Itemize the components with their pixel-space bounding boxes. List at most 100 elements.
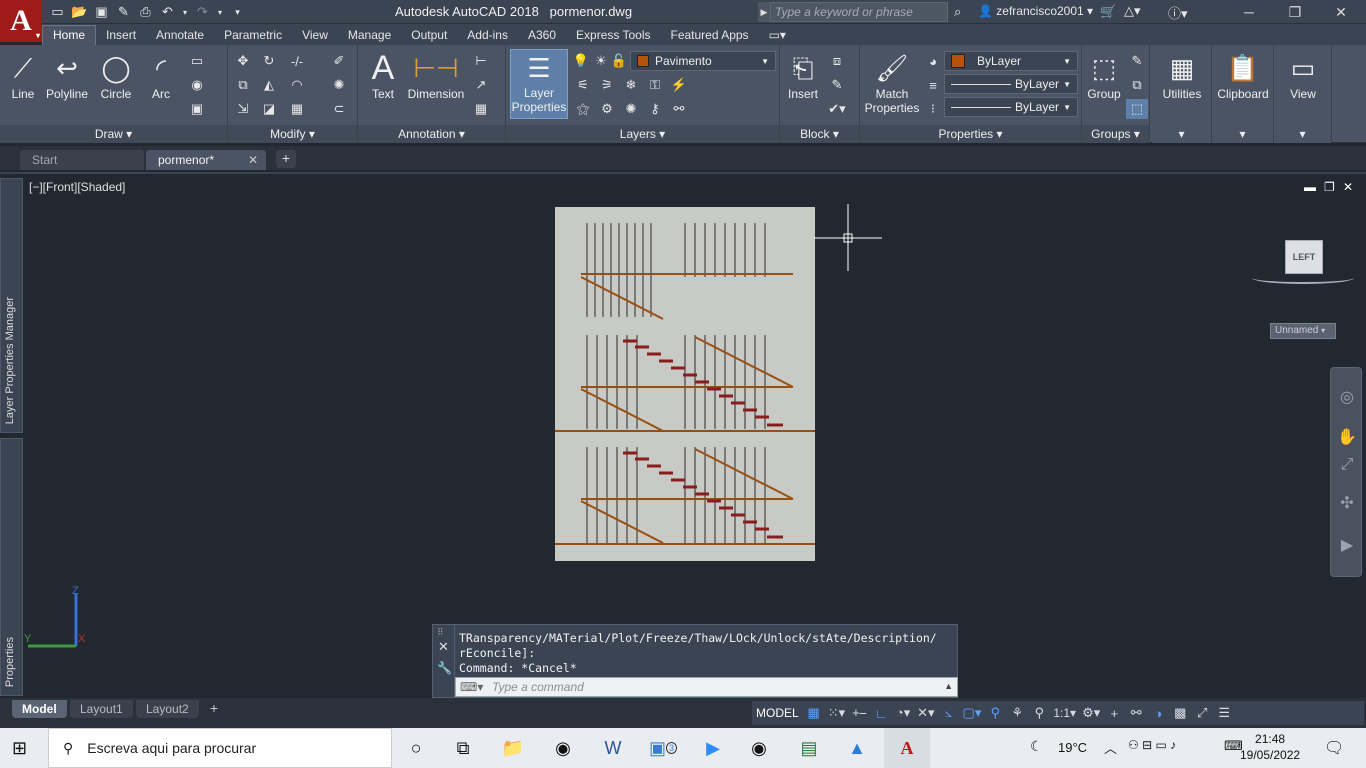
binoculars-icon[interactable]: ⌕ (954, 4, 961, 20)
linetype-icon[interactable]: ⁝ (922, 99, 944, 119)
utilities-panel[interactable]: ▦ Utilities ▾ (1152, 45, 1212, 143)
desktop-app-icon[interactable]: ▣ 3 (640, 728, 686, 768)
group-selection-icon[interactable]: ⬚ (1126, 99, 1148, 119)
tab-featured-apps[interactable]: Featured Apps (661, 26, 759, 45)
layer-properties-manager-palette[interactable]: Layer Properties Manager (0, 178, 23, 433)
ortho-icon[interactable]: ∟ (870, 701, 892, 725)
close-icon[interactable]: ✕ (1318, 0, 1364, 24)
save-icon[interactable]: ▣ (92, 3, 111, 21)
array-icon[interactable]: ▦ (286, 99, 308, 119)
modify-panel-label[interactable]: Modify ▾ (228, 125, 357, 143)
lightbulb-icon[interactable]: 💡 (570, 51, 592, 71)
draw-panel-label[interactable]: Draw ▾ (0, 125, 227, 143)
layer-merge-icon[interactable]: ⚯ (668, 99, 690, 119)
tray-icons[interactable]: ⚇ ⊟ ▭ ♪ (1128, 738, 1176, 752)
layers-panel-label[interactable]: Layers ▾ (506, 125, 779, 143)
open-file-icon[interactable]: 📂 (70, 3, 89, 21)
clipboard-expand-icon[interactable]: ▾ (1212, 125, 1273, 143)
annotation-visibility-icon[interactable]: ⚲ (984, 701, 1006, 725)
layer-walk-icon[interactable]: ⚙ (596, 99, 618, 119)
cart-icon[interactable]: 🛒 (1100, 4, 1116, 20)
properties-panel-label[interactable]: Properties ▾ (860, 125, 1081, 143)
create-block-icon[interactable]: ⧈ (826, 51, 848, 71)
layer-off-icon[interactable]: ⚟ (572, 75, 594, 95)
doc-tab-start[interactable]: Start (20, 150, 144, 170)
lock-icon[interactable]: 🔓 (608, 51, 630, 71)
color-dropdown[interactable]: ByLayer ▼ (944, 51, 1078, 71)
layer-lock-icon[interactable]: ⚿ (644, 75, 666, 95)
grid-icon[interactable]: ▦ (803, 701, 825, 725)
circle-button[interactable]: ◯ Circle (96, 49, 136, 101)
weather-temperature[interactable]: 19°C (1058, 740, 1087, 755)
explode-icon[interactable]: ✺ (328, 75, 350, 95)
dynamic-input-icon[interactable]: +⎯ (848, 701, 870, 725)
close-tab-icon[interactable]: ✕ (248, 153, 258, 167)
scale-icon[interactable]: ◪ (258, 99, 280, 119)
stretch-icon[interactable]: ⇲ (232, 99, 254, 119)
copy-icon[interactable]: ⧉ (232, 75, 254, 95)
insert-button[interactable]: ⎗ Insert (782, 49, 824, 101)
keyword-search-input[interactable]: Type a keyword or phrase (770, 2, 948, 22)
ucs-dropdown[interactable]: Unnamed ▾ (1270, 323, 1336, 339)
notifications-icon[interactable]: 🗨 (1324, 738, 1344, 758)
system-clock[interactable]: 21:48 19/05/2022 (1240, 731, 1300, 763)
units-icon[interactable]: ⚯ (1125, 701, 1147, 725)
customize-command-icon[interactable]: 🔧 (437, 661, 452, 675)
redo-dropdown-icon[interactable]: ▾ (215, 3, 225, 21)
layer-isolate-icon[interactable]: ⚞ (596, 75, 618, 95)
rotate-icon[interactable]: ↻ (258, 51, 280, 71)
trim-icon[interactable]: -/- (286, 51, 308, 71)
linetype-dropdown[interactable]: ByLayer ▼ (944, 97, 1078, 117)
tab-express-tools[interactable]: Express Tools (566, 26, 660, 45)
viewcube[interactable]: LEFT (1285, 240, 1323, 274)
tab-manage[interactable]: Manage (338, 26, 401, 45)
chrome-icon[interactable]: ◉ (540, 728, 586, 768)
move-icon[interactable]: ✥ (232, 51, 254, 71)
edit-attributes-icon[interactable]: ✔▾ (826, 99, 848, 119)
isolate-objects-icon[interactable]: ◑ (1147, 701, 1169, 725)
layer-match-icon[interactable]: ⚡ (668, 75, 690, 95)
layer-freeze-icon[interactable]: ❄ (620, 75, 642, 95)
object-snap-icon[interactable]: ▢▾ (960, 701, 985, 725)
layer-thaw-icon[interactable]: ✺ (620, 99, 642, 119)
groups-panel-label[interactable]: Groups ▾ (1082, 125, 1149, 143)
customization-icon[interactable]: ☰ (1213, 701, 1235, 725)
workspace-gear-icon[interactable]: ⚙▾ (1079, 701, 1103, 725)
prompt-icon[interactable]: ⌨▾ (460, 680, 483, 694)
undo-icon[interactable]: ↶ (158, 3, 177, 21)
viewport-restore-icon[interactable]: ❐ (1324, 180, 1335, 194)
utilities-expand-icon[interactable]: ▾ (1152, 125, 1211, 143)
tab-parametric[interactable]: Parametric (214, 26, 292, 45)
clean-screen-icon[interactable]: ⤢ (1191, 701, 1213, 725)
zoom-icon[interactable]: ▶ (690, 728, 736, 768)
close-command-icon[interactable]: ✕ (438, 639, 449, 655)
recent-commands-icon[interactable]: ▲ (944, 681, 953, 691)
cortana-icon[interactable]: ○ (393, 728, 439, 768)
grip-icon[interactable]: ⠿ (437, 627, 444, 638)
command-input[interactable]: ⌨▾ Type a command ▲ (455, 677, 958, 697)
match-properties-button[interactable]: 🖌 Match Properties (864, 49, 920, 115)
search-expand-icon[interactable]: ▶ (758, 2, 770, 22)
annotation-monitor-icon[interactable]: + (1103, 701, 1125, 725)
auto-scale-icon[interactable]: ⚘ (1006, 701, 1028, 725)
redo-icon[interactable]: ↷ (193, 3, 212, 21)
excel-chart-icon[interactable]: ▤ (786, 728, 832, 768)
autocad-taskbar-icon[interactable]: A (884, 728, 930, 768)
tab-layout2[interactable]: Layout2 (136, 700, 199, 718)
make-current-icon[interactable]: ⚝ (572, 99, 594, 119)
help-icon[interactable]: ⓘ▾ (1168, 3, 1188, 22)
customize-qat-icon[interactable]: ▾ (228, 3, 247, 21)
line-button[interactable]: ⟋ Line (4, 49, 42, 101)
add-layout-icon[interactable]: + (204, 700, 224, 718)
save-as-icon[interactable]: ✎ (114, 3, 133, 21)
tab-add-ins[interactable]: Add-ins (457, 26, 518, 45)
annotation-scale-dropdown[interactable]: 1:1 ▾ (1050, 701, 1079, 725)
tab-insert[interactable]: Insert (96, 26, 146, 45)
exchange-icon[interactable]: △▾ (1124, 3, 1141, 19)
user-account[interactable]: 👤 zefrancisco2001 ▾ (978, 4, 1093, 18)
annotation-panel-label[interactable]: Annotation ▾ (358, 125, 505, 143)
minimize-icon[interactable]: ─ (1226, 0, 1272, 24)
tab-model[interactable]: Model (12, 700, 67, 718)
annotation-scale-icon[interactable]: ⚲ (1028, 701, 1050, 725)
dimension-button[interactable]: ⊢⊣ Dimension (404, 49, 468, 101)
